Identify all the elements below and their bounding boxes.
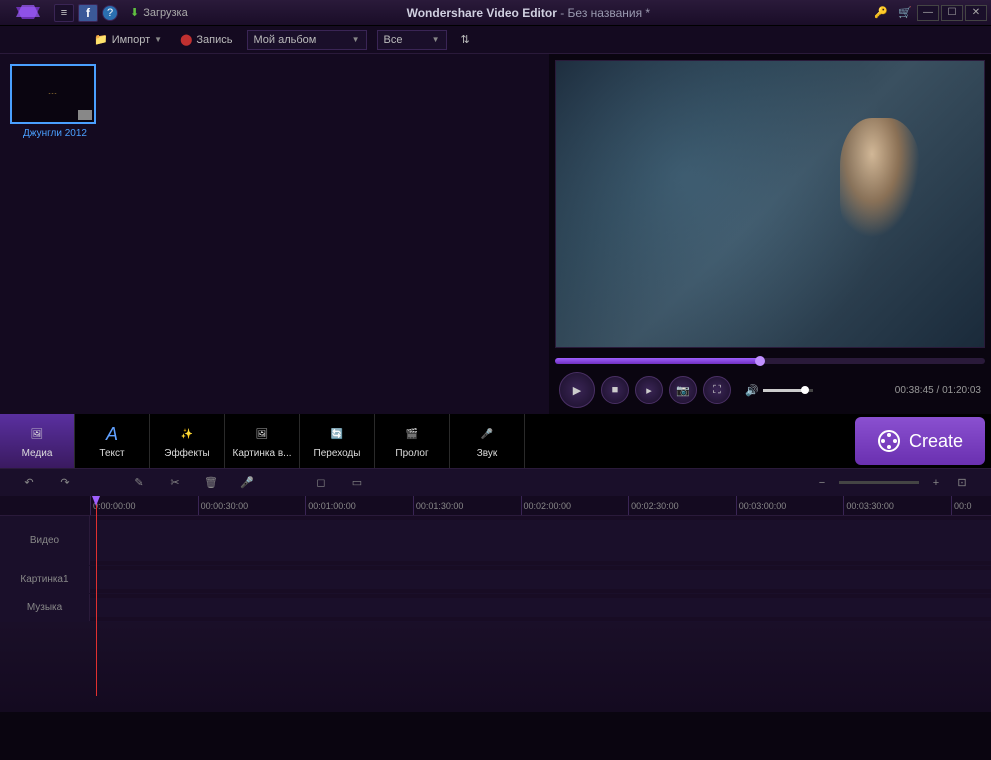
ruler-mark: 0:00:00:00 xyxy=(90,496,198,515)
tab-intro[interactable]: 🎬 Пролог xyxy=(375,414,450,468)
cut-button[interactable]: ✂ xyxy=(166,476,184,489)
create-button[interactable]: Create xyxy=(855,417,985,465)
effects-icon: ✨ xyxy=(173,424,201,446)
preview-panel: ▶ ■ ▸ 📷 ⛶ 🔊 00:38:45 / 01:20:03 xyxy=(549,54,991,414)
track-label: Картинка1 xyxy=(0,566,90,593)
timeline-toolbar: ↶ ↷ ✎ ✂ 🗑 🎤 ◻ ▭ − + ⊡ xyxy=(0,468,991,496)
ruler-mark: 00:02:00:00 xyxy=(521,496,629,515)
transitions-icon: 🔄 xyxy=(323,424,351,446)
maximize-button[interactable]: ☐ xyxy=(941,5,963,21)
download-button[interactable]: ⬇ Загрузка xyxy=(130,6,188,19)
zoom-control: − + ⊡ xyxy=(813,476,971,489)
zoom-out-button[interactable]: − xyxy=(813,477,831,489)
reel-icon xyxy=(877,429,901,453)
import-toolbar: 📁 Импорт ▼ ⬤ Запись Мой альбом▼ Все▼ ⇅ xyxy=(0,26,991,54)
film-icon xyxy=(78,110,92,120)
track-content[interactable] xyxy=(90,520,991,561)
menu-icon[interactable]: ≡ xyxy=(54,4,74,22)
category-tabs: 🖼 Медиа A Текст ✨ Эффекты 🖼 Картинка в..… xyxy=(0,414,991,468)
main-area: Джунгли 2012 ▶ ■ ▸ 📷 ⛶ 🔊 00:38:45 / 01:2… xyxy=(0,54,991,414)
step-button[interactable]: ▸ xyxy=(635,376,663,404)
ruler-mark: 00:01:00:00 xyxy=(305,496,413,515)
track-label: Видео xyxy=(0,516,90,565)
fullscreen-button[interactable]: ⛶ xyxy=(703,376,731,404)
pip-icon: 🖼 xyxy=(248,424,276,446)
voiceover-button[interactable]: 🎤 xyxy=(238,476,256,489)
ruler-mark: 00:0 xyxy=(951,496,991,515)
progress-fill xyxy=(555,358,761,364)
window-title: Wondershare Video Editor - Без названия … xyxy=(188,6,869,20)
pip-track[interactable]: Картинка1 xyxy=(0,566,991,594)
facebook-icon[interactable]: f xyxy=(78,4,98,22)
play-button[interactable]: ▶ xyxy=(559,372,595,408)
ruler-mark: 00:00:30:00 xyxy=(198,496,306,515)
intro-icon: 🎬 xyxy=(398,424,426,446)
sort-button[interactable]: ⇅ xyxy=(457,31,474,48)
zoom-in-button[interactable]: + xyxy=(927,477,945,489)
tab-text[interactable]: A Текст xyxy=(75,414,150,468)
cart-icon[interactable]: 🛒 xyxy=(895,4,915,22)
stop-button[interactable]: ■ xyxy=(601,376,629,404)
tab-sound[interactable]: 🎤 Звук xyxy=(450,414,525,468)
track-content[interactable] xyxy=(90,598,991,617)
bottom-spacer xyxy=(0,622,991,712)
record-button[interactable]: ⬤ Запись xyxy=(176,31,236,48)
delete-button[interactable]: 🗑 xyxy=(202,476,220,489)
music-track[interactable]: Музыка xyxy=(0,594,991,622)
import-button[interactable]: 📁 Импорт ▼ xyxy=(90,31,166,48)
chevron-down-icon: ▼ xyxy=(154,35,162,44)
clip-thumbnail xyxy=(10,64,96,124)
record-icon: ⬤ xyxy=(180,33,192,46)
timeline-ruler[interactable]: 0:00:00:00 00:00:30:00 00:01:00:00 00:01… xyxy=(0,496,991,516)
video-track[interactable]: Видео xyxy=(0,516,991,566)
aspect-button[interactable]: ▭ xyxy=(348,476,366,489)
ruler-mark: 00:02:30:00 xyxy=(628,496,736,515)
media-icon: 🖼 xyxy=(23,424,51,446)
album-dropdown[interactable]: Мой альбом▼ xyxy=(247,30,367,50)
redo-button[interactable]: ↷ xyxy=(56,476,74,489)
zoom-fit-button[interactable]: ⊡ xyxy=(953,476,971,489)
minimize-button[interactable]: — xyxy=(917,5,939,21)
time-display: 00:38:45 / 01:20:03 xyxy=(895,385,981,396)
undo-button[interactable]: ↶ xyxy=(20,476,38,489)
ruler-mark: 00:01:30:00 xyxy=(413,496,521,515)
tab-transitions[interactable]: 🔄 Переходы xyxy=(300,414,375,468)
tab-pip[interactable]: 🖼 Картинка в... xyxy=(225,414,300,468)
preview-screen[interactable] xyxy=(555,60,985,348)
media-library: Джунгли 2012 xyxy=(0,54,549,414)
clip-name: Джунгли 2012 xyxy=(10,128,100,139)
ruler-mark: 00:03:30:00 xyxy=(843,496,951,515)
edit-button[interactable]: ✎ xyxy=(130,476,148,489)
speaker-icon: 🔊 xyxy=(745,384,759,397)
player-controls: ▶ ■ ▸ 📷 ⛶ 🔊 00:38:45 / 01:20:03 xyxy=(555,372,985,408)
folder-icon: 📁 xyxy=(94,33,108,46)
volume-control[interactable]: 🔊 xyxy=(745,384,813,397)
filter-dropdown[interactable]: Все▼ xyxy=(377,30,447,50)
crop-button[interactable]: ◻ xyxy=(312,476,330,489)
key-icon[interactable]: 🔑 xyxy=(871,4,891,22)
timeline-tracks: Видео Картинка1 Музыка xyxy=(0,516,991,622)
text-icon: A xyxy=(98,424,126,446)
zoom-slider[interactable] xyxy=(839,481,919,484)
media-clip[interactable]: Джунгли 2012 xyxy=(10,64,100,139)
sound-icon: 🎤 xyxy=(473,424,501,446)
track-content[interactable] xyxy=(90,570,991,589)
title-bar: ≡ f ? ⬇ Загрузка Wondershare Video Edito… xyxy=(0,0,991,26)
snapshot-button[interactable]: 📷 xyxy=(669,376,697,404)
app-logo xyxy=(4,1,52,25)
close-button[interactable]: ✕ xyxy=(965,5,987,21)
help-icon[interactable]: ? xyxy=(102,5,118,21)
playhead[interactable] xyxy=(96,496,97,696)
ruler-mark: 00:03:00:00 xyxy=(736,496,844,515)
tab-effects[interactable]: ✨ Эффекты xyxy=(150,414,225,468)
tab-media[interactable]: 🖼 Медиа xyxy=(0,414,75,468)
progress-bar[interactable] xyxy=(555,358,985,364)
track-label: Музыка xyxy=(0,594,90,621)
download-arrow-icon: ⬇ xyxy=(130,6,139,19)
